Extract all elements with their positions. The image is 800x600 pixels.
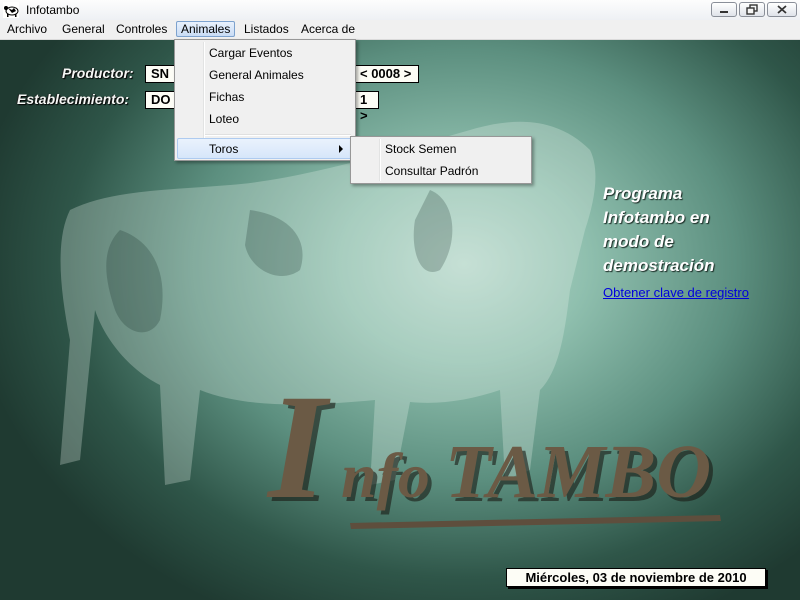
restore-icon [746, 4, 758, 15]
window-title: Infotambo [26, 3, 80, 17]
infotambo-logo: I I nfo nfo TAMBO TAMBO [266, 373, 721, 533]
close-button[interactable] [767, 2, 797, 17]
establecimiento-code-field[interactable]: 1 > [354, 91, 379, 123]
menu-item-cargar-eventos[interactable]: Cargar Eventos [209, 46, 292, 60]
productor-field[interactable]: SN [145, 65, 177, 83]
restore-button[interactable] [739, 2, 765, 17]
menu-item-toros-label: Toros [209, 142, 239, 156]
demo-line: Infotambo en [603, 208, 710, 227]
menu-archivo[interactable]: Archivo [3, 21, 51, 37]
toros-submenu: Stock Semen Consultar Padrón [350, 136, 532, 184]
menu-general[interactable]: General [58, 21, 109, 37]
menu-listados[interactable]: Listados [240, 21, 293, 37]
menu-item-fichas[interactable]: Fichas [209, 90, 244, 104]
close-icon [777, 5, 787, 14]
demo-line: Programa [603, 184, 683, 203]
establecimiento-label: Establecimiento: [17, 91, 130, 107]
animales-menu: Cargar Eventos General Animales Fichas L… [174, 39, 356, 161]
menu-item-toros[interactable] [177, 138, 353, 159]
svg-text:nfo: nfo [341, 440, 430, 511]
current-date: Miércoles, 03 de noviembre de 2010 [506, 568, 766, 587]
menu-controles[interactable]: Controles [112, 21, 171, 37]
menu-item-stock-semen[interactable]: Stock Semen [385, 142, 456, 156]
svg-text:I: I [266, 373, 331, 530]
main-background: Productor: SN < 0008 > Establecimiento: … [0, 40, 800, 600]
demo-line: modo de [603, 232, 674, 251]
cow-app-icon[interactable] [3, 2, 19, 18]
establecimiento-field[interactable]: DO [145, 91, 177, 109]
demo-line: demostración [603, 256, 715, 275]
menu-gutter [379, 139, 381, 181]
minimize-icon [720, 11, 728, 13]
svg-text:TAMBO: TAMBO [445, 430, 711, 514]
menu-separator [205, 134, 351, 136]
productor-label: Productor: [62, 65, 134, 81]
submenu-arrow-icon [339, 145, 343, 153]
menu-animales[interactable]: Animales [176, 21, 236, 37]
menu-item-general-animales[interactable]: General Animales [209, 68, 304, 82]
menu-acerca-de[interactable]: Acerca de [297, 21, 359, 37]
menu-item-loteo[interactable]: Loteo [209, 112, 239, 126]
menu-item-consultar-padron[interactable]: Consultar Padrón [385, 164, 478, 178]
demo-mode-notice: Programa Infotambo en modo de demostraci… [603, 182, 783, 278]
title-bar: Infotambo [0, 0, 800, 20]
menu-bar: Archivo General Controles Animales Lista… [0, 20, 800, 40]
productor-code-field[interactable]: < 0008 > [354, 65, 419, 83]
get-registration-key-link[interactable]: Obtener clave de registro [603, 285, 749, 300]
minimize-button[interactable] [711, 2, 737, 17]
